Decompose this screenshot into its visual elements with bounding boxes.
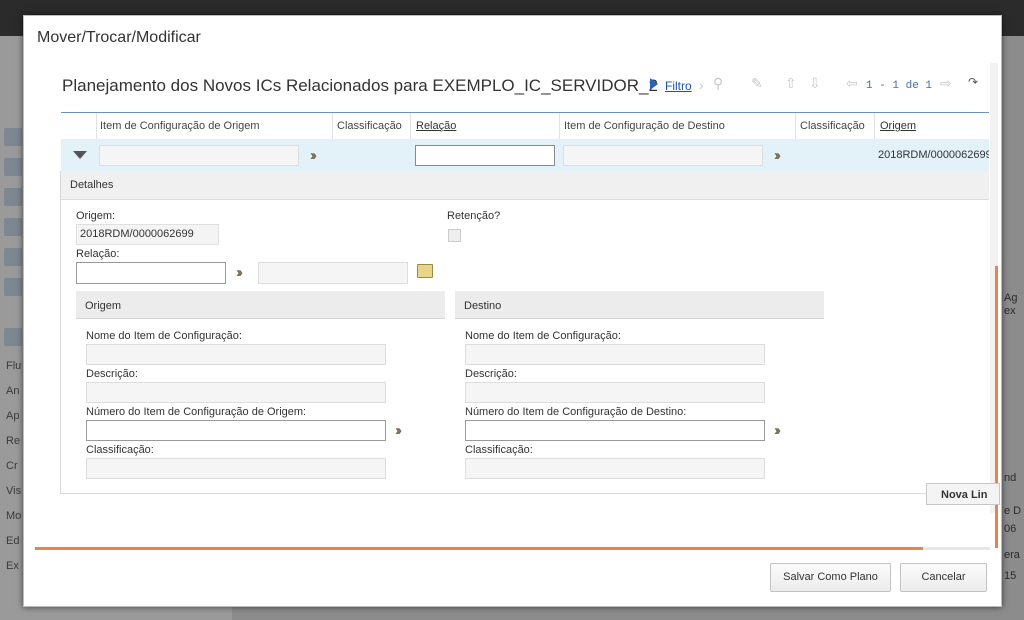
- retencao-checkbox[interactable]: [448, 229, 461, 242]
- origem-value: 2018RDM/0000062699: [76, 224, 219, 245]
- origem-classificacao-field: [86, 458, 386, 479]
- background-text: e D: [1004, 505, 1022, 517]
- bg-app-icon: [4, 218, 22, 236]
- new-row-button[interactable]: Nova Lin: [926, 483, 1000, 505]
- scrollbar-thumb[interactable]: [995, 266, 998, 548]
- details-header: Detalhes: [61, 171, 989, 200]
- column-separator: [332, 113, 333, 139]
- bg-app-icon: [4, 328, 22, 346]
- double-chevron-icon[interactable]: ››: [395, 422, 402, 439]
- bg-app-icon: [4, 128, 22, 146]
- double-chevron-icon[interactable]: ››: [310, 147, 317, 164]
- destino-numero-input[interactable]: [465, 420, 765, 441]
- double-chevron-icon[interactable]: ››: [774, 147, 781, 164]
- destino-numero-label: Número do Item de Configuração de Destin…: [465, 406, 687, 418]
- column-separator: [410, 113, 411, 139]
- details-title: Detalhes: [70, 179, 114, 191]
- background-text: era: [1004, 549, 1020, 561]
- relacao-label: Relação:: [76, 248, 120, 260]
- origem-label: Origem:: [76, 210, 116, 222]
- background-nav-label: An: [6, 385, 20, 397]
- column-separator: [874, 113, 875, 139]
- retencao-label: Retenção?: [447, 210, 501, 222]
- destino-nome-label: Nome do Item de Configuração:: [465, 330, 621, 342]
- origem-section-header: Origem: [76, 291, 445, 319]
- filter-link[interactable]: Filtro: [665, 79, 692, 93]
- magnifier-icon[interactable]: ⚲: [713, 75, 723, 92]
- destino-nome-field: [465, 344, 765, 365]
- background-nav-label: Vis: [6, 485, 22, 497]
- column-separator: [559, 113, 560, 139]
- background-text: Ag: [1004, 292, 1018, 304]
- card-add-icon[interactable]: [417, 264, 433, 278]
- details-section: Detalhes Origem: 2018RDM/0000062699 Rete…: [60, 171, 989, 494]
- background-text: nd: [1004, 472, 1017, 484]
- dialog-content: Planejamento dos Novos ICs Relacionados …: [24, 63, 989, 513]
- background-nav-label: Ed: [6, 535, 20, 547]
- column-header-ci-origem[interactable]: Item de Configuração de Origem: [100, 120, 260, 132]
- arrow-up-icon[interactable]: ⇧: [785, 75, 797, 92]
- background-text: 15: [1004, 570, 1017, 582]
- relacao-input[interactable]: [76, 262, 226, 284]
- arrow-down-icon[interactable]: ⇩: [809, 75, 821, 92]
- collapse-toggle-icon[interactable]: [73, 151, 87, 159]
- double-chevron-icon[interactable]: ››: [236, 264, 243, 281]
- column-header-ci-destino[interactable]: Item de Configuração de Destino: [564, 120, 725, 132]
- grid-header: Item de Configuração de Origem Classific…: [61, 112, 989, 141]
- move-swap-modify-dialog: Mover/Trocar/Modificar Planejamento dos …: [23, 15, 1002, 607]
- column-header-classificacao-destino[interactable]: Classificação: [800, 120, 865, 132]
- chevron-right-icon: ›: [699, 77, 704, 93]
- background-nav-label: Re: [6, 435, 21, 447]
- origem-descricao-label: Descrição:: [86, 368, 138, 380]
- table-row[interactable]: ›› ›› 2018RDM/0000062699: [61, 139, 989, 171]
- background-text: ex: [1004, 305, 1016, 317]
- background-nav-label: Ap: [6, 410, 20, 422]
- background-nav-label: Cr: [6, 460, 18, 472]
- origem-classificacao-label: Classificação:: [86, 444, 154, 456]
- background-text: 06: [1004, 523, 1017, 535]
- bg-app-icon: [4, 188, 22, 206]
- bg-app-icon: [4, 158, 22, 176]
- arrow-right-icon[interactable]: ⇨: [940, 75, 952, 92]
- column-header-origem[interactable]: Origem: [880, 120, 916, 132]
- bg-app-icon: [4, 248, 22, 266]
- origem-nome-label: Nome do Item de Configuração:: [86, 330, 242, 342]
- save-as-plan-button[interactable]: Salvar Como Plano: [770, 563, 891, 592]
- eraser-icon[interactable]: ✎: [751, 75, 763, 92]
- column-separator: [96, 113, 97, 139]
- row-origem-value: 2018RDM/0000062699: [878, 149, 989, 161]
- cancel-button[interactable]: Cancelar: [900, 563, 987, 592]
- progress-bar: [35, 547, 923, 550]
- destino-section-title: Destino: [464, 300, 502, 312]
- ci-destino-field[interactable]: [563, 145, 763, 166]
- background-nav-label: Flu: [6, 360, 22, 372]
- origem-section-title: Origem: [85, 300, 122, 312]
- column-header-relacao[interactable]: Relação: [416, 120, 456, 132]
- play-triangle-icon[interactable]: [650, 78, 658, 90]
- ci-origem-field[interactable]: [99, 145, 299, 166]
- column-separator: [795, 113, 796, 139]
- destino-descricao-field: [465, 382, 765, 403]
- arrow-left-icon[interactable]: ⇦: [846, 75, 858, 92]
- column-header-classificacao[interactable]: Classificação: [337, 120, 402, 132]
- panel-title: Planejamento dos Novos ICs Relacionados …: [62, 76, 658, 95]
- origem-numero-label: Número do Item de Configuração de Origem…: [86, 406, 307, 418]
- relacao-description-field: [258, 262, 408, 284]
- pager-text: 1 - 1 de 1: [866, 80, 933, 92]
- dialog-title: Mover/Trocar/Modificar: [37, 29, 201, 46]
- destino-section-header: Destino: [455, 291, 824, 319]
- destino-descricao-label: Descrição:: [465, 368, 517, 380]
- destino-classificacao-field: [465, 458, 765, 479]
- origem-descricao-field: [86, 382, 386, 403]
- background-nav-label: Ex: [6, 560, 19, 572]
- destino-classificacao-label: Classificação:: [465, 444, 533, 456]
- bg-app-icon: [4, 278, 22, 296]
- background-nav-label: Mo: [6, 510, 22, 522]
- origem-nome-field: [86, 344, 386, 365]
- origem-numero-input[interactable]: [86, 420, 386, 441]
- relacao-field[interactable]: [415, 145, 555, 166]
- double-chevron-icon[interactable]: ››: [774, 422, 781, 439]
- export-icon[interactable]: ↷: [968, 75, 978, 89]
